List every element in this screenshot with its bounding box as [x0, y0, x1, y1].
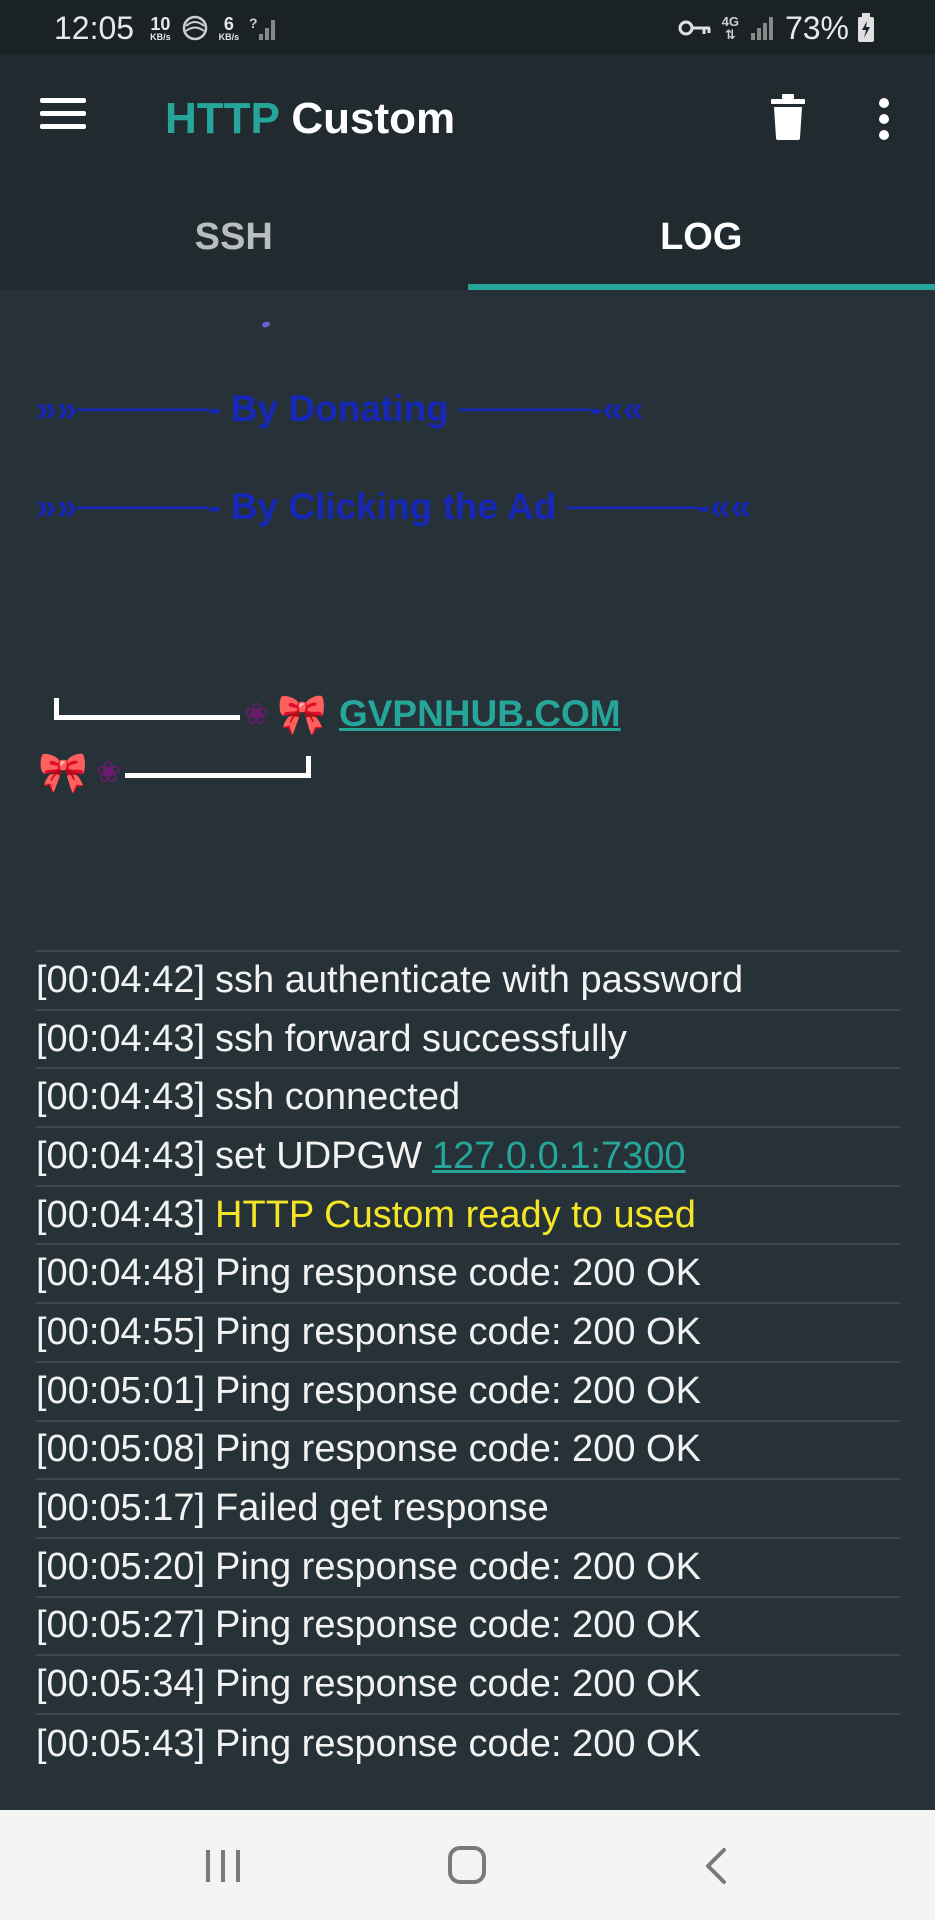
log-row: [00:04:42] ssh authenticate with password — [36, 952, 900, 1011]
log-row: [00:04:43] ssh forward successfully — [36, 1011, 900, 1070]
app-title-custom: Custom — [291, 94, 456, 143]
log-list: [00:04:42] ssh authenticate with password… — [36, 950, 900, 1774]
log-message: Ping response code: 200 OK — [215, 1545, 701, 1588]
bow-icon: 🎀 — [277, 692, 327, 737]
app-title-http: HTTP — [165, 94, 280, 143]
upload-speed-unit: KB/s — [218, 31, 240, 42]
menu-icon[interactable] — [40, 98, 86, 138]
tab-ssh[interactable]: SSH — [0, 184, 468, 290]
system-nav-bar — [0, 1810, 935, 1920]
app-toolbar: HTTP Custom — [0, 54, 935, 184]
log-row: [00:05:20] Ping response code: 200 OK — [36, 1539, 900, 1598]
log-row: [00:05:43] Ping response code: 200 OK — [36, 1715, 900, 1774]
log-message: Ping response code: 200 OK — [215, 1369, 701, 1412]
log-timestamp: [00:04:43] — [36, 1134, 206, 1177]
log-timestamp: [00:05:01] — [36, 1369, 206, 1412]
decoration-row: 🎀 ❀ — [34, 742, 311, 802]
log-ready-message: HTTP Custom ready to used — [215, 1193, 696, 1236]
log-timestamp: [00:05:08] — [36, 1428, 206, 1471]
log-message: ssh forward successfully — [215, 1017, 627, 1060]
gvpnhub-link[interactable]: GVPNHUB.COM — [339, 693, 621, 735]
log-timestamp: [00:04:43] — [36, 1076, 206, 1119]
log-row: [00:05:17] Failed get response — [36, 1480, 900, 1539]
log-row: [00:05:27] Ping response code: 200 OK — [36, 1598, 900, 1657]
svg-text:?: ? — [249, 15, 258, 31]
vpn-key-icon — [678, 18, 712, 38]
flower-icon: ❀ — [244, 697, 270, 731]
log-timestamp: [00:05:43] — [36, 1722, 206, 1765]
log-panel[interactable]: »»─────- By Donating ─────-«« »»─────- B… — [0, 290, 935, 1810]
log-message: set UDPGW — [215, 1134, 422, 1177]
log-row: [00:04:43] set UDPGW 127.0.0.1:7300 — [36, 1128, 900, 1187]
log-timestamp: [00:05:27] — [36, 1604, 206, 1647]
flower-icon: ❀ — [95, 755, 121, 789]
log-row: [00:05:01] Ping response code: 200 OK — [36, 1363, 900, 1422]
upload-speed: 6 KB/s — [219, 15, 240, 42]
log-message: ssh connected — [215, 1076, 461, 1119]
log-timestamp: [00:04:55] — [36, 1310, 206, 1353]
tab-log[interactable]: LOG — [467, 184, 935, 290]
download-speed-value: 10 — [150, 13, 171, 34]
log-message: Ping response code: 200 OK — [215, 1722, 701, 1765]
vpn-globe-icon — [181, 14, 209, 42]
log-message: ssh authenticate with password — [215, 958, 744, 1001]
log-message: Ping response code: 200 OK — [215, 1428, 701, 1471]
log-timestamp: [00:05:34] — [36, 1663, 206, 1706]
bracket-decoration — [124, 756, 311, 778]
udpgw-link[interactable]: 127.0.0.1:7300 — [432, 1135, 686, 1178]
log-row: [00:05:34] Ping response code: 200 OK — [36, 1656, 900, 1715]
log-timestamp: [00:04:42] — [36, 958, 206, 1001]
battery-charging-icon — [857, 13, 875, 43]
upload-speed-value: 6 — [223, 13, 234, 34]
bow-icon: 🎀 — [38, 750, 88, 795]
log-message: Failed get response — [215, 1487, 549, 1530]
log-timestamp: [00:05:20] — [36, 1545, 206, 1588]
app-title: HTTP Custom — [165, 94, 455, 144]
delete-log-icon[interactable] — [770, 94, 806, 140]
more-options-icon[interactable] — [870, 98, 898, 140]
network-type: 4G ⇅ — [722, 15, 739, 41]
log-timestamp: [00:04:48] — [36, 1252, 206, 1295]
log-message: Ping response code: 200 OK — [215, 1310, 701, 1353]
log-timestamp: [00:05:17] — [36, 1487, 206, 1530]
log-row: [00:04:55] Ping response code: 200 OK — [36, 1304, 900, 1363]
banner-fragment — [261, 320, 271, 329]
log-timestamp: [00:04:43] — [36, 1017, 206, 1060]
log-message: Ping response code: 200 OK — [215, 1663, 701, 1706]
status-time: 12:05 — [54, 9, 135, 46]
gvpnhub-row: ❀ 🎀 GVPNHUB.COM — [36, 684, 621, 744]
signal-unknown-icon: ? — [249, 14, 279, 42]
cell-signal-icon — [749, 15, 775, 41]
banner-donating: »»─────- By Donating ─────-«« — [36, 388, 644, 429]
log-row: [00:04:43] HTTP Custom ready to used — [36, 1187, 900, 1246]
download-speed-unit: KB/s — [150, 31, 171, 42]
log-timestamp: [00:04:43] — [36, 1193, 206, 1236]
status-bar: 12:05 10 KB/s 6 KB/s ? 4G ⇅ 73% — [0, 0, 935, 54]
data-arrows-icon: ⇅ — [724, 27, 736, 42]
home-icon[interactable] — [448, 1846, 486, 1884]
log-message: Ping response code: 200 OK — [215, 1252, 701, 1295]
log-row: [00:04:48] Ping response code: 200 OK — [36, 1245, 900, 1305]
download-speed: 10 KB/s — [150, 15, 171, 42]
back-icon[interactable] — [696, 1846, 736, 1886]
banner-clicking-ad: »»─────- By Clicking the Ad ─────-«« — [36, 486, 752, 527]
log-message: Ping response code: 200 OK — [215, 1604, 701, 1647]
bracket-decoration — [54, 698, 240, 720]
log-row: [00:05:08] Ping response code: 200 OK — [36, 1422, 900, 1481]
recents-icon[interactable] — [206, 1850, 240, 1882]
battery-percent: 73% — [784, 9, 849, 46]
log-row: [00:04:43] ssh connected — [36, 1069, 900, 1129]
tab-bar: SSH LOG — [0, 184, 935, 290]
